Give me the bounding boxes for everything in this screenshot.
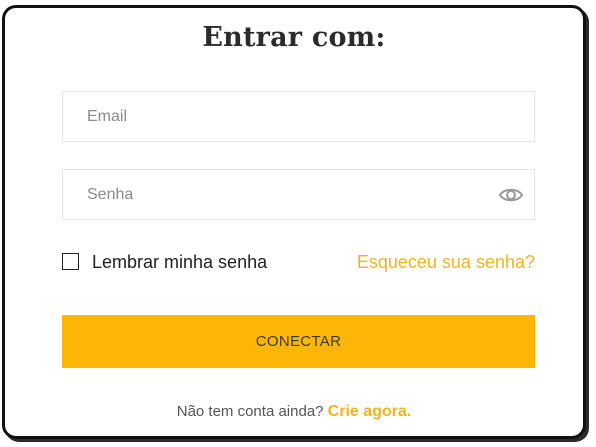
forgot-password-link[interactable]: Esqueceu sua senha? [357, 251, 535, 273]
email-field-wrapper [62, 91, 535, 142]
signup-prompt: Não tem conta ainda? Crie agora. [5, 403, 583, 421]
login-title: Entrar com: [202, 22, 386, 53]
remember-label[interactable]: Lembrar minha senha [92, 251, 267, 273]
email-input[interactable] [63, 92, 534, 141]
login-card: Entrar com: Lembrar minha senha Esqueceu… [2, 5, 586, 439]
password-field-wrapper [62, 169, 535, 220]
password-input[interactable] [63, 170, 534, 219]
signup-link[interactable]: Crie agora. [328, 403, 412, 420]
connect-button[interactable]: CONECTAR [62, 315, 535, 368]
remember-checkbox[interactable] [62, 253, 79, 270]
signup-prompt-text: Não tem conta ainda? [176, 403, 324, 420]
eye-icon[interactable] [498, 183, 524, 207]
remember-row: Lembrar minha senha Esqueceu sua senha? [62, 251, 535, 277]
